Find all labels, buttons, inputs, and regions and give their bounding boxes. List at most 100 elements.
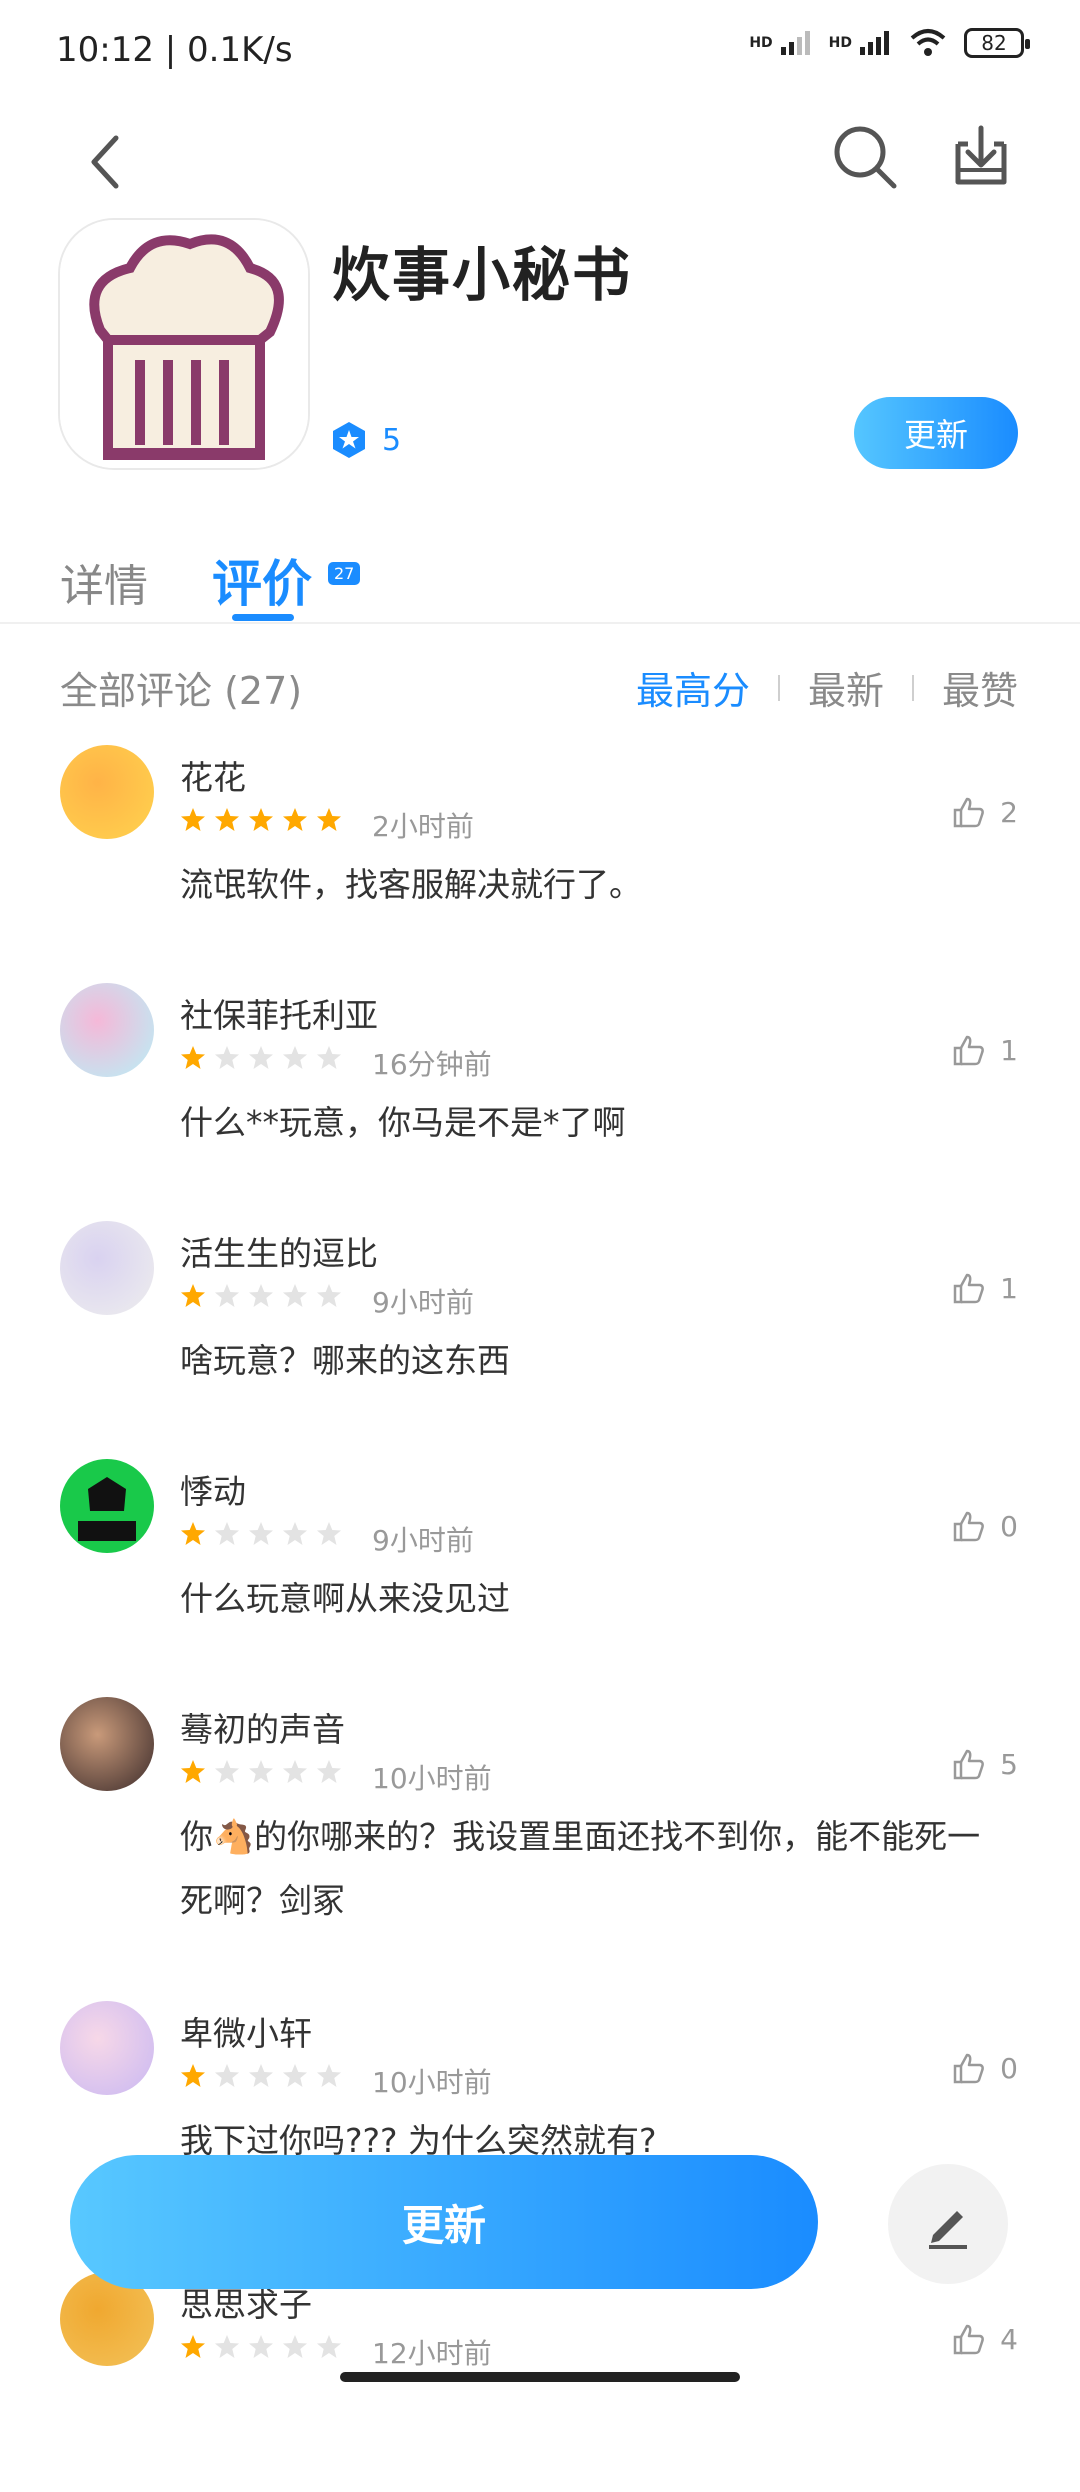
thumbs-up-icon	[953, 1035, 985, 1066]
star-filled-icon	[181, 1760, 205, 1783]
review-time: 10小时前	[372, 1762, 492, 1795]
like-button[interactable]: 5	[952, 1747, 1018, 1781]
rating-badge: 5	[330, 420, 401, 460]
like-button[interactable]: 0	[952, 1509, 1018, 1543]
star-empty-icon	[317, 1046, 341, 1069]
star-rating	[180, 807, 342, 833]
star-rating	[180, 1759, 342, 1785]
star-empty-icon	[215, 2064, 239, 2087]
rating-hex-icon	[333, 422, 365, 458]
review-item: 悸动 9小时前 什么玩意啊从来没见过 0	[0, 1459, 1080, 1679]
divider	[0, 622, 1080, 624]
pencil-icon	[929, 2211, 967, 2249]
thumbs-up-icon	[953, 2324, 985, 2355]
sort-highest-score[interactable]: 最高分	[636, 660, 750, 715]
search-icon[interactable]	[830, 122, 900, 192]
review-time: 12小时前	[372, 2337, 492, 2370]
download-manager-icon[interactable]	[946, 122, 1016, 192]
review-time: 10小时前	[372, 2066, 492, 2099]
reviewer-avatar[interactable]	[60, 2001, 154, 2095]
review-filter: 全部评论 (27) 最高分 最新 最赞	[0, 660, 1080, 716]
reviewer-name: 卑微小轩	[180, 2014, 312, 2053]
review-content: 啥玩意？哪来的这东西	[180, 1341, 510, 1380]
like-count: 1	[1000, 1271, 1018, 1305]
all-reviews-label: 全部评论 (27)	[60, 669, 303, 713]
star-empty-icon	[317, 2335, 341, 2358]
like-button[interactable]: 1	[952, 1271, 1018, 1305]
star-rating	[180, 2334, 342, 2360]
reviewer-avatar[interactable]	[60, 983, 154, 1077]
star-empty-icon	[283, 1284, 307, 1307]
update-button-top[interactable]: 更新	[854, 397, 1018, 469]
app-icon	[60, 220, 308, 468]
star-empty-icon	[249, 1284, 273, 1307]
tab-review[interactable]: 评价	[212, 544, 312, 616]
review-item: 思思求子 12小时前 4	[0, 2272, 1080, 2492]
like-count: 5	[1000, 1747, 1018, 1781]
hd-label: HD	[749, 35, 773, 51]
sort-options: 最高分 最新 最赞	[636, 660, 1018, 715]
star-empty-icon	[283, 1522, 307, 1545]
star-empty-icon	[215, 1046, 239, 1069]
like-count: 0	[1000, 1509, 1018, 1543]
signal-icon	[780, 31, 810, 55]
reviewer-name: 花花	[180, 758, 246, 797]
review-item: 社保菲托利亚 16分钟前 什么**玩意，你马是不是*了啊 1	[0, 983, 1080, 1203]
reviewer-avatar[interactable]	[60, 1459, 154, 1553]
home-indicator	[340, 2372, 740, 2382]
star-empty-icon	[249, 1046, 273, 1069]
thumbs-up-icon	[953, 2053, 985, 2084]
star-filled-icon	[181, 1046, 205, 1069]
wifi-icon	[910, 29, 946, 56]
update-button-bottom[interactable]: 更新	[70, 2155, 818, 2289]
status-bar: 10:12 | 0.1K/s HD HD 82	[0, 0, 1080, 100]
like-button[interactable]: 4	[952, 2322, 1018, 2356]
tab-detail[interactable]: 详情	[60, 550, 148, 614]
star-rating	[180, 2063, 342, 2089]
star-rating	[180, 1283, 342, 1309]
like-count: 0	[1000, 2051, 1018, 2085]
star-empty-icon	[283, 2064, 307, 2087]
like-button[interactable]: 2	[952, 795, 1018, 829]
like-button[interactable]: 0	[952, 2051, 1018, 2085]
thumbs-up-icon	[953, 1273, 985, 1304]
star-empty-icon	[215, 1760, 239, 1783]
star-empty-icon	[249, 1760, 273, 1783]
like-button[interactable]: 1	[952, 1033, 1018, 1067]
star-filled-icon	[181, 1522, 205, 1545]
sort-most-liked[interactable]: 最赞	[942, 660, 1018, 715]
star-empty-icon	[317, 1522, 341, 1545]
thumbs-up-icon	[953, 1511, 985, 1542]
reviewer-name: 社保菲托利亚	[180, 996, 378, 1035]
review-content: 什么玩意啊从来没见过	[180, 1579, 510, 1618]
star-empty-icon	[317, 1284, 341, 1307]
chef-hat-icon	[60, 220, 308, 468]
review-item: 花花 2小时前 流氓软件，找客服解决就行了。 2	[0, 745, 1080, 965]
star-empty-icon	[249, 2064, 273, 2087]
thumbs-up-icon	[953, 797, 985, 828]
write-review-button[interactable]	[888, 2164, 1008, 2284]
reviewer-avatar[interactable]	[60, 1221, 154, 1315]
like-count: 1	[1000, 1033, 1018, 1067]
review-content: 什么**玩意，你马是不是*了啊	[180, 1103, 626, 1142]
reviewer-avatar[interactable]	[60, 1697, 154, 1791]
reviewer-avatar[interactable]	[60, 745, 154, 839]
star-filled-icon	[317, 808, 341, 831]
star-rating	[180, 1521, 342, 1547]
app-name: 炊事小秘书	[332, 241, 633, 309]
sort-separator	[911, 674, 914, 701]
back-icon[interactable]	[84, 132, 128, 192]
star-filled-icon	[181, 2064, 205, 2087]
star-empty-icon	[215, 1284, 239, 1307]
review-content: 你🐴的你哪来的？我设置里面还找不到你，能不能死一死啊？剑冢	[180, 1817, 981, 1920]
review-time: 9小时前	[372, 1524, 474, 1557]
tab-indicator	[232, 614, 294, 621]
star-filled-icon	[249, 808, 273, 831]
review-item: 活生生的逗比 9小时前 啥玩意？哪来的这东西 1	[0, 1221, 1080, 1441]
status-icons: HD HD 82	[749, 28, 1030, 58]
thumbs-up-icon	[953, 1749, 985, 1780]
review-count-badge: 27	[328, 562, 361, 585]
review-content: 流氓软件，找客服解决就行了。	[180, 865, 642, 904]
battery-icon: 82	[964, 28, 1030, 58]
sort-newest[interactable]: 最新	[808, 660, 884, 715]
